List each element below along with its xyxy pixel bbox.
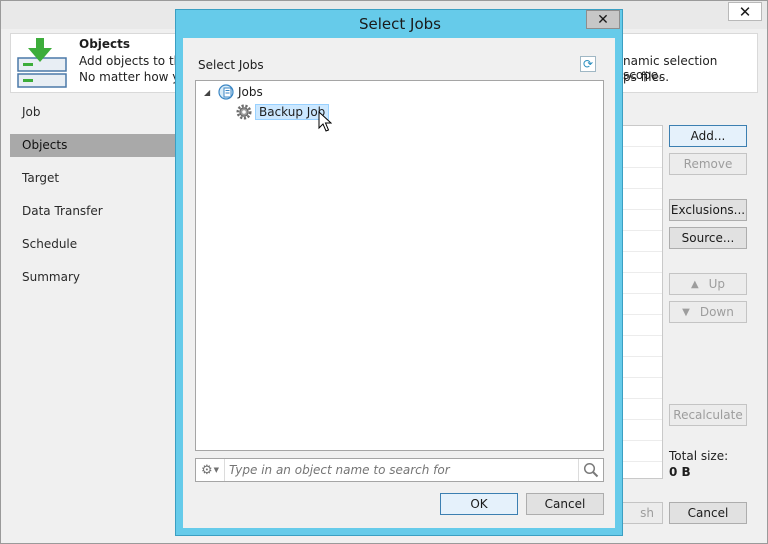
tree-node-label: Jobs <box>238 85 263 99</box>
header-title: Objects <box>79 37 131 51</box>
ok-button[interactable]: OK <box>440 493 518 515</box>
search-input[interactable] <box>225 462 578 478</box>
list-row <box>623 210 662 231</box>
tree-node-backup-job[interactable]: Backup Job <box>236 103 330 121</box>
up-button[interactable]: ▲ Up <box>669 273 747 295</box>
nav-item-data-transfer[interactable]: Data Transfer <box>10 200 180 223</box>
expand-triangle-icon[interactable]: ◢ <box>204 88 214 97</box>
list-row <box>623 147 662 168</box>
header-description-line2-tail: ps files. <box>623 70 670 84</box>
exclusions-button[interactable]: Exclusions... <box>669 199 747 221</box>
select-jobs-dialog: Select Jobs ✕ Select Jobs ⟳ ◢ Jobs Backu… <box>175 9 623 536</box>
down-button[interactable]: ▼ Down <box>669 301 747 323</box>
list-row <box>623 252 662 273</box>
list-row <box>623 126 662 147</box>
list-row <box>623 294 662 315</box>
select-jobs-label: Select Jobs <box>198 58 264 72</box>
list-row <box>623 273 662 294</box>
total-size-label: Total size: <box>669 449 729 463</box>
list-row <box>623 315 662 336</box>
tree-node-jobs[interactable]: ◢ Jobs <box>204 83 263 101</box>
source-button[interactable]: Source... <box>669 227 747 249</box>
recalculate-button[interactable]: Recalculate <box>669 404 747 426</box>
down-button-label: Down <box>699 305 734 319</box>
list-row <box>623 420 662 441</box>
search-icon[interactable] <box>578 459 603 481</box>
jobs-tree[interactable]: ◢ Jobs Backup Job <box>195 80 604 451</box>
list-row <box>623 441 662 462</box>
list-row <box>623 357 662 378</box>
nav-item-target[interactable]: Target <box>10 167 180 190</box>
total-size-value: 0 B <box>669 465 691 479</box>
jobs-folder-icon <box>218 84 234 100</box>
list-row <box>623 399 662 420</box>
up-button-label: Up <box>708 277 726 291</box>
gear-icon <box>236 104 252 120</box>
header-description-line1: Add objects to the <box>79 54 189 68</box>
add-objects-icon <box>17 38 67 88</box>
search-bar: ⚙ ▼ <box>195 458 604 482</box>
list-row <box>623 336 662 357</box>
list-row <box>623 168 662 189</box>
dialog-title: Select Jobs <box>359 15 441 33</box>
arrow-down-icon: ▼ <box>682 306 690 318</box>
arrow-up-icon: ▲ <box>690 278 699 290</box>
nav-item-objects[interactable]: Objects <box>10 134 180 157</box>
wizard-cancel-button[interactable]: Cancel <box>669 502 747 524</box>
refresh-icon[interactable]: ⟳ <box>580 56 596 72</box>
add-button[interactable]: Add... <box>669 125 747 147</box>
finish-button[interactable]: sh <box>621 502 663 524</box>
nav-item-job[interactable]: Job <box>10 101 180 124</box>
nav-item-summary[interactable]: Summary <box>10 266 180 289</box>
list-row <box>623 378 662 399</box>
nav-item-schedule[interactable]: Schedule <box>10 233 180 256</box>
dialog-body: Select Jobs ⟳ ◢ Jobs Backup Job ⚙ ▼ Type… <box>183 38 615 528</box>
dialog-close-button[interactable]: ✕ <box>586 10 620 29</box>
wizard-step-nav: Job Objects Target Data Transfer Schedul… <box>10 101 180 299</box>
wizard-close-button[interactable]: ✕ <box>728 2 762 21</box>
objects-list[interactable] <box>623 125 663 479</box>
list-row <box>623 189 662 210</box>
search-scope-gear-icon[interactable]: ⚙ ▼ <box>196 459 225 481</box>
mouse-pointer-icon <box>318 111 332 132</box>
remove-button[interactable]: Remove <box>669 153 747 175</box>
header-description-line2: No matter how yo <box>79 70 187 84</box>
dialog-cancel-button[interactable]: Cancel <box>526 493 604 515</box>
list-row <box>623 231 662 252</box>
